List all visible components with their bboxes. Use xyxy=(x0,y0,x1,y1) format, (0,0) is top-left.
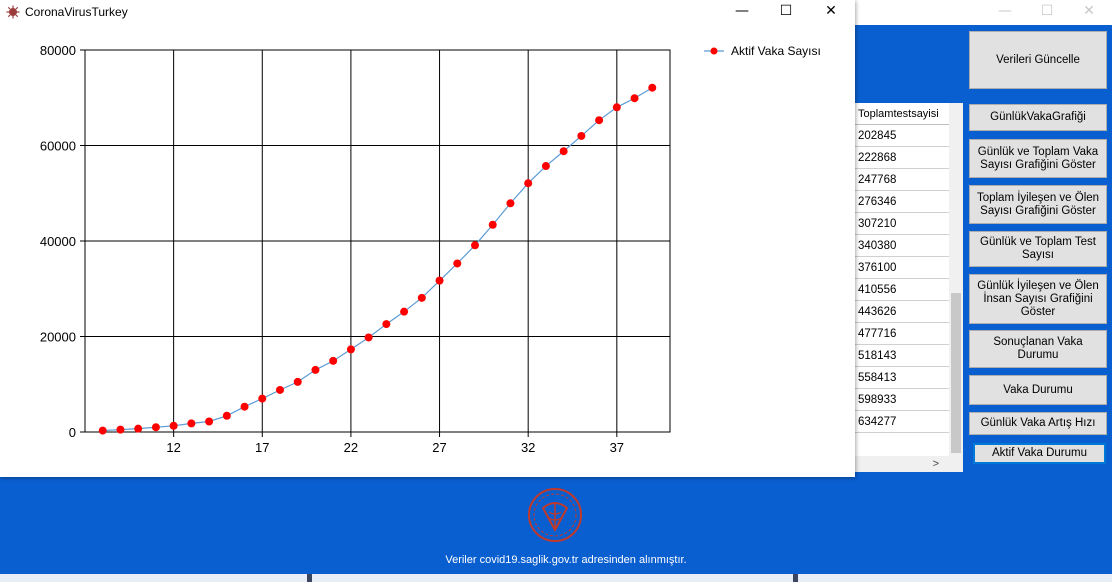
grid-cell[interactable]: 518143 xyxy=(854,345,950,367)
y-tick-label: 0 xyxy=(69,425,76,440)
active-case-status-button[interactable]: Aktif Vaka Durumu xyxy=(973,443,1106,464)
daily-case-chart-button[interactable]: GünlükVakaGrafiği xyxy=(969,104,1107,131)
main-close-button[interactable]: ✕ xyxy=(1066,0,1112,25)
data-point xyxy=(524,179,533,188)
data-point xyxy=(187,419,196,428)
grid-cell[interactable]: 558413 xyxy=(854,367,950,389)
grid-cell[interactable]: 443626 xyxy=(854,301,950,323)
data-point xyxy=(258,394,267,403)
x-tick-label: 22 xyxy=(344,440,358,455)
data-point xyxy=(169,421,178,430)
daily-total-case-chart-button[interactable]: Günlük ve Toplam Vaka Sayısı Grafiğini G… xyxy=(969,139,1107,178)
grid-cell[interactable]: 222868 xyxy=(854,147,950,169)
data-point xyxy=(98,426,107,435)
legend-label: Aktif Vaka Sayısı xyxy=(731,44,821,58)
data-point xyxy=(240,402,249,411)
data-point xyxy=(205,417,214,426)
grid-vertical-scrollbar[interactable] xyxy=(949,103,963,456)
data-point xyxy=(293,377,302,386)
main-minimize-button[interactable]: — xyxy=(982,0,1028,25)
data-point xyxy=(417,293,426,302)
y-tick-label: 40000 xyxy=(40,234,76,249)
strip-mark-right xyxy=(793,574,798,582)
update-data-button[interactable]: Verileri Güncelle xyxy=(969,31,1107,89)
data-grid: Toplamtestsayisi 202845 222868 247768 27634… xyxy=(853,103,950,472)
concluded-case-status-button[interactable]: Sonuçlanan Vaka Durumu xyxy=(969,330,1107,368)
grid-cell[interactable]: 410556 xyxy=(854,279,950,301)
ministry-of-health-logo xyxy=(528,488,582,542)
daily-total-test-button[interactable]: Günlük ve Toplam Test Sayısı xyxy=(969,231,1107,267)
grid-column-header[interactable]: Toplamtestsayisi xyxy=(854,103,950,125)
data-point xyxy=(134,424,143,433)
data-point xyxy=(453,259,462,268)
data-point xyxy=(506,199,515,208)
y-tick-label: 80000 xyxy=(40,43,76,58)
taskbar-strip xyxy=(0,574,1112,582)
grid-cell[interactable]: 276346 xyxy=(854,191,950,213)
data-point xyxy=(435,276,444,285)
x-tick-label: 27 xyxy=(432,440,446,455)
data-point xyxy=(612,103,621,112)
scroll-right-arrow-icon[interactable]: > xyxy=(933,456,939,472)
grid-vertical-scroll-thumb[interactable] xyxy=(951,293,961,453)
data-point xyxy=(471,241,479,250)
x-tick-label: 17 xyxy=(255,440,269,455)
data-point xyxy=(648,83,657,92)
data-point xyxy=(488,220,497,229)
grid-horizontal-scrollbar[interactable]: > xyxy=(853,456,963,472)
data-point xyxy=(541,162,550,171)
main-maximize-button[interactable]: ☐ xyxy=(1024,0,1070,25)
data-point xyxy=(559,147,568,156)
strip-mark-left xyxy=(307,574,312,582)
data-point xyxy=(364,333,373,342)
grid-cell[interactable]: 202845 xyxy=(854,125,950,147)
grid-cell[interactable]: 477716 xyxy=(854,323,950,345)
data-point xyxy=(630,94,639,103)
y-tick-label: 60000 xyxy=(40,139,76,154)
data-point xyxy=(577,131,586,140)
data-point xyxy=(222,411,231,420)
x-tick-label: 37 xyxy=(610,440,624,455)
case-status-button[interactable]: Vaka Durumu xyxy=(969,375,1107,405)
data-point xyxy=(400,307,409,316)
data-point xyxy=(116,425,125,434)
grid-cell[interactable]: 247768 xyxy=(854,169,950,191)
grid-cell[interactable]: 598933 xyxy=(854,389,950,411)
daily-case-growth-button[interactable]: Günlük Vaka Artış Hızı xyxy=(969,412,1107,435)
x-tick-label: 12 xyxy=(166,440,180,455)
data-point xyxy=(276,385,284,394)
data-point xyxy=(595,116,604,125)
data-point xyxy=(346,345,355,354)
data-point xyxy=(151,423,160,432)
data-point xyxy=(329,356,338,365)
data-point xyxy=(311,365,320,374)
series-line xyxy=(102,87,653,432)
y-tick-label: 20000 xyxy=(40,330,76,345)
data-source-note: Veriler covid19.saglik.gov.tr adresinden… xyxy=(445,554,687,566)
grid-cell[interactable]: 340380 xyxy=(854,235,950,257)
daily-recovered-deaths-chart-button[interactable]: Günlük İyileşen ve Ölen İnsan Sayısı Gra… xyxy=(969,274,1107,324)
recovered-deaths-chart-button[interactable]: Toplam İyileşen ve Ölen Sayısı Grafiğini… xyxy=(969,185,1107,224)
active-cases-chart: 0 20000 40000 60000 80000 12 17 22 27 32 37 Aktif V… xyxy=(40,43,821,455)
legend-marker xyxy=(710,47,718,55)
chart-window: CoronaVirusTurkey — ☐ ✕ 0 20000 40000 60000… xyxy=(0,0,855,477)
grid-cell[interactable]: 307210 xyxy=(854,213,950,235)
x-tick-label: 32 xyxy=(521,440,535,455)
data-point xyxy=(382,320,391,329)
grid-cell[interactable]: 376100 xyxy=(854,257,950,279)
grid-cell[interactable]: 634277 xyxy=(854,411,950,433)
